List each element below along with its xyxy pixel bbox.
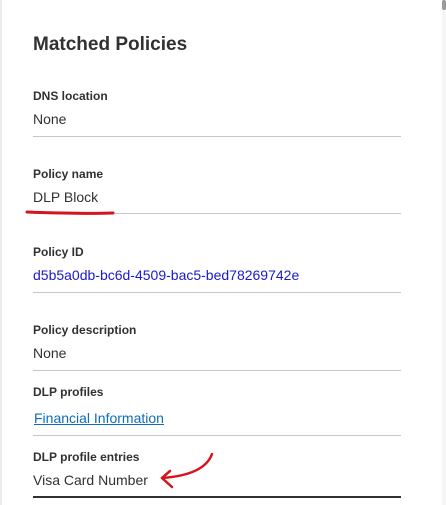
- field-value-policy-description: None: [33, 345, 67, 361]
- panel-title: Matched Policies: [33, 34, 188, 55]
- scrollbar-thumb[interactable]: [442, 0, 446, 10]
- field-label-policy-description: Policy description: [33, 323, 137, 337]
- field-label-policy-id: Policy ID: [33, 245, 84, 259]
- field-value-policy-id: d5b5a0db-bc6d-4509-bac5-bed78269742e: [33, 267, 300, 283]
- dlp-profile-link[interactable]: Financial Information: [34, 409, 164, 427]
- field-value-dns-location: None: [33, 111, 67, 127]
- field-policy-id: Policy ID d5b5a0db-bc6d-4509-bac5-bed782…: [33, 245, 401, 284]
- field-dlp-profiles: DLP profiles Financial Information: [33, 385, 401, 428]
- field-value-dlp-profile-entries: Visa Card Number: [33, 472, 148, 488]
- field-policy-description: Policy description None: [33, 323, 401, 362]
- field-label-dlp-profiles: DLP profiles: [33, 385, 104, 399]
- matched-policies-panel: Matched Policies DNS location None Polic…: [0, 0, 446, 505]
- scrollbar[interactable]: [442, 0, 446, 505]
- field-label-dlp-profile-entries: DLP profile entries: [33, 450, 140, 464]
- field-dns-location: DNS location None: [33, 89, 401, 128]
- divider: [33, 435, 401, 436]
- divider-active: [33, 496, 401, 498]
- field-dlp-profile-entries: DLP profile entries Visa Card Number: [33, 450, 401, 489]
- divider: [33, 370, 401, 371]
- field-policy-name: Policy name DLP Block: [33, 167, 401, 206]
- field-label-policy-name: Policy name: [33, 167, 104, 181]
- panel-left-border: [0, 0, 2, 505]
- divider: [33, 136, 401, 137]
- divider: [33, 213, 401, 214]
- field-value-policy-name: DLP Block: [33, 189, 99, 205]
- field-label-dns-location: DNS location: [33, 89, 108, 103]
- divider: [33, 292, 401, 293]
